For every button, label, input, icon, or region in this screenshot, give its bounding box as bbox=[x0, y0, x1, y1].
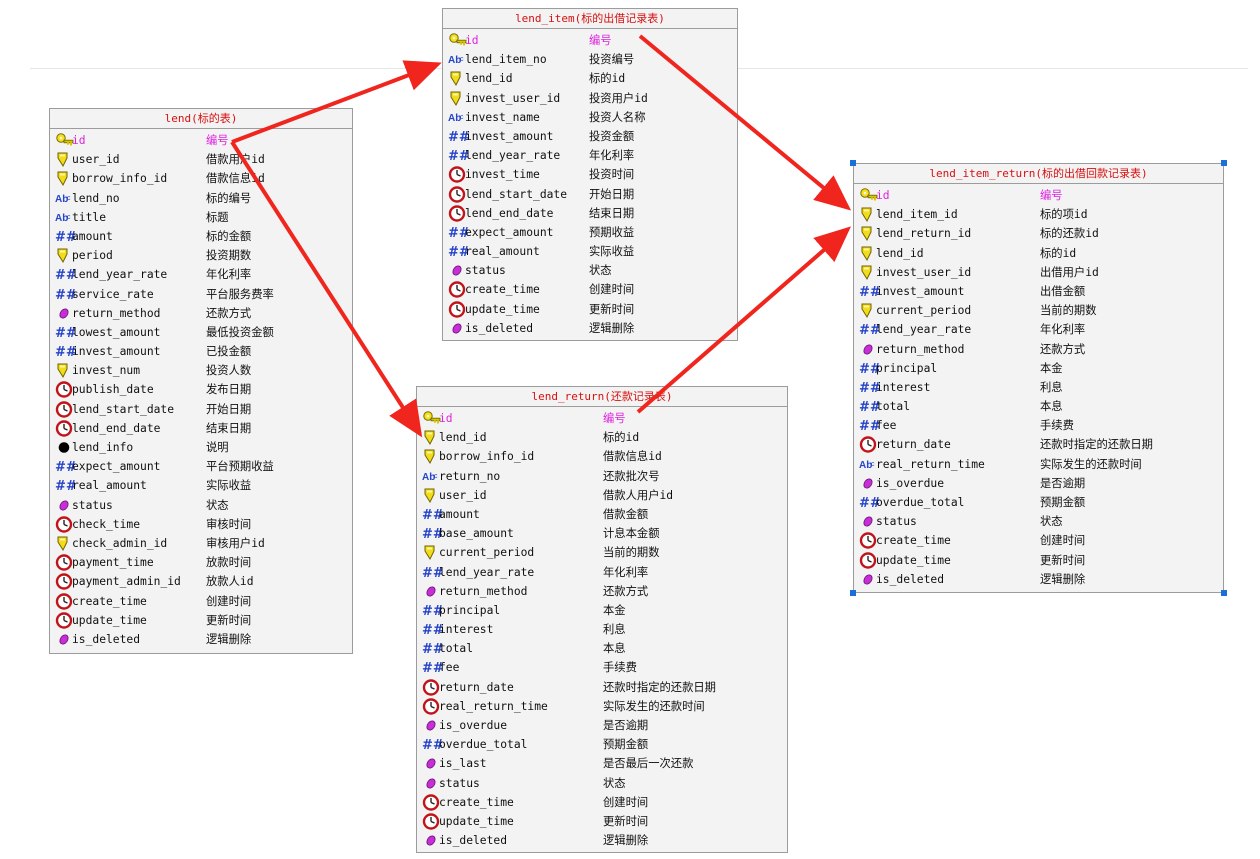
arrow-lend-return-to-lend-item-return bbox=[636, 226, 852, 414]
arrow-lend-to-lend-item bbox=[231, 60, 442, 144]
arrow-lend-item-to-lend-item-return bbox=[638, 34, 852, 211]
relationship-arrows bbox=[230, 34, 852, 438]
arrow-lend-to-lend-return bbox=[230, 140, 423, 438]
